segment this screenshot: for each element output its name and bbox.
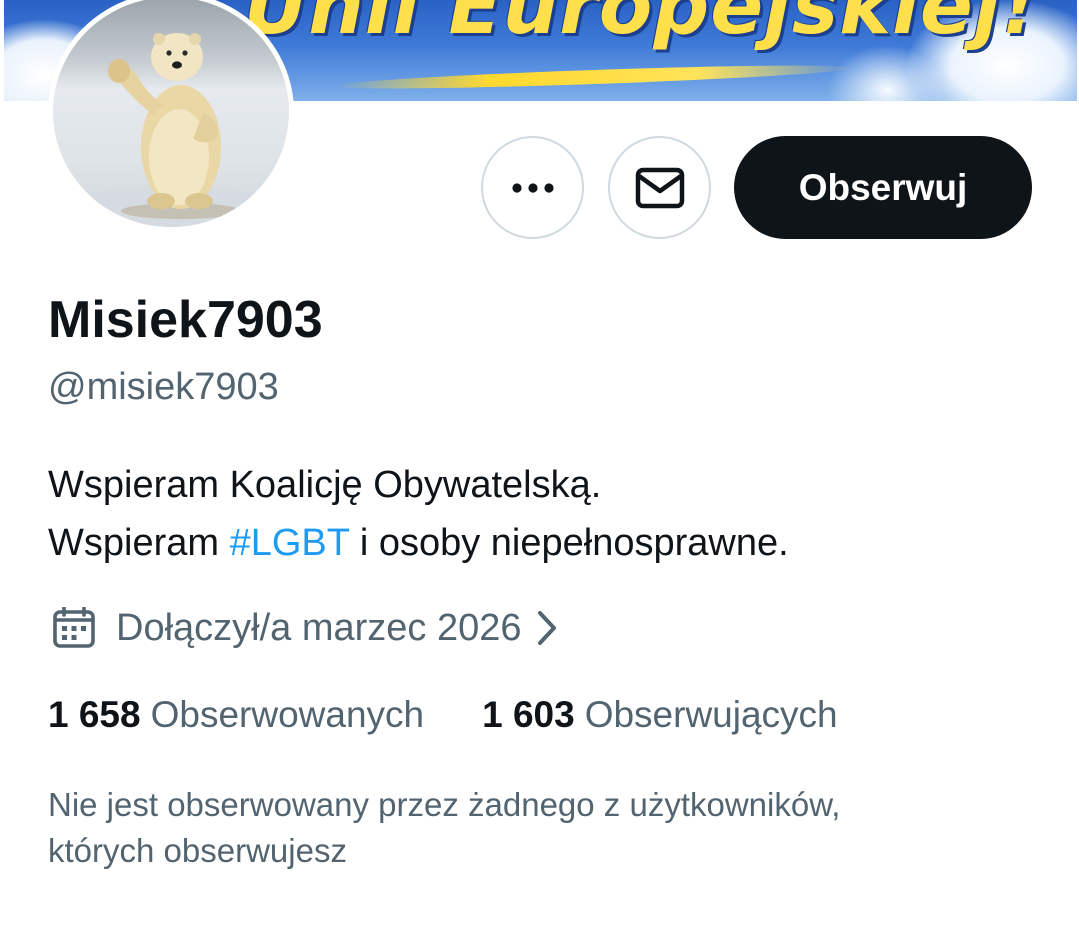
user-handle: @misiek7903 [48, 366, 279, 408]
followers-link[interactable]: 1 603 Obserwujących [482, 694, 838, 736]
following-count: 1 658 [48, 694, 141, 735]
followed-by-note-line: których obserwujesz [48, 832, 347, 869]
follow-stats: 1 658 Obserwowanych 1 603 Obserwujących [48, 694, 838, 736]
follow-button[interactable]: Obserwuj [734, 136, 1032, 239]
more-horizontal-icon [511, 182, 554, 193]
joined-date[interactable]: Dołączył/a marzec 2026 [48, 604, 558, 652]
bio-line: Wspieram Koalicję Obywatelską. [48, 464, 602, 506]
following-link[interactable]: 1 658 Obserwowanych [48, 694, 424, 736]
message-button[interactable] [608, 136, 711, 239]
banner-text: Unii Europejskiej! [244, 0, 1039, 52]
following-label: Obserwowanych [150, 694, 425, 735]
profile-page: Unii Europejskiej! Obserwuj Misiek7903 @… [0, 0, 1079, 944]
display-name: Misiek7903 [48, 291, 323, 349]
followed-by-note: Nie jest obserwowany przez żadnego z uży… [48, 782, 1048, 874]
bio-text: i osoby niepełnosprawne. [349, 522, 789, 564]
bio-text: Wspieram [48, 522, 230, 564]
banner-swoosh [333, 60, 855, 94]
bio: Wspieram Koalicję Obywatelską. Wspieram … [48, 456, 789, 572]
chevron-right-icon [536, 610, 558, 646]
calendar-icon [52, 607, 96, 649]
joined-label: Dołączył/a marzec 2026 [116, 606, 522, 649]
followed-by-note-line: Nie jest obserwowany przez żadnego z uży… [48, 786, 841, 823]
bio-line: Wspieram #LGBT i osoby niepełnosprawne. [48, 514, 789, 572]
avatar[interactable] [48, 0, 294, 232]
followers-label: Obserwujących [584, 694, 838, 735]
followers-count: 1 603 [482, 694, 575, 735]
hashtag-link[interactable]: #LGBT [230, 522, 350, 564]
envelope-icon [635, 167, 684, 208]
polar-bear-image [53, 33, 289, 227]
more-button[interactable] [481, 136, 584, 239]
